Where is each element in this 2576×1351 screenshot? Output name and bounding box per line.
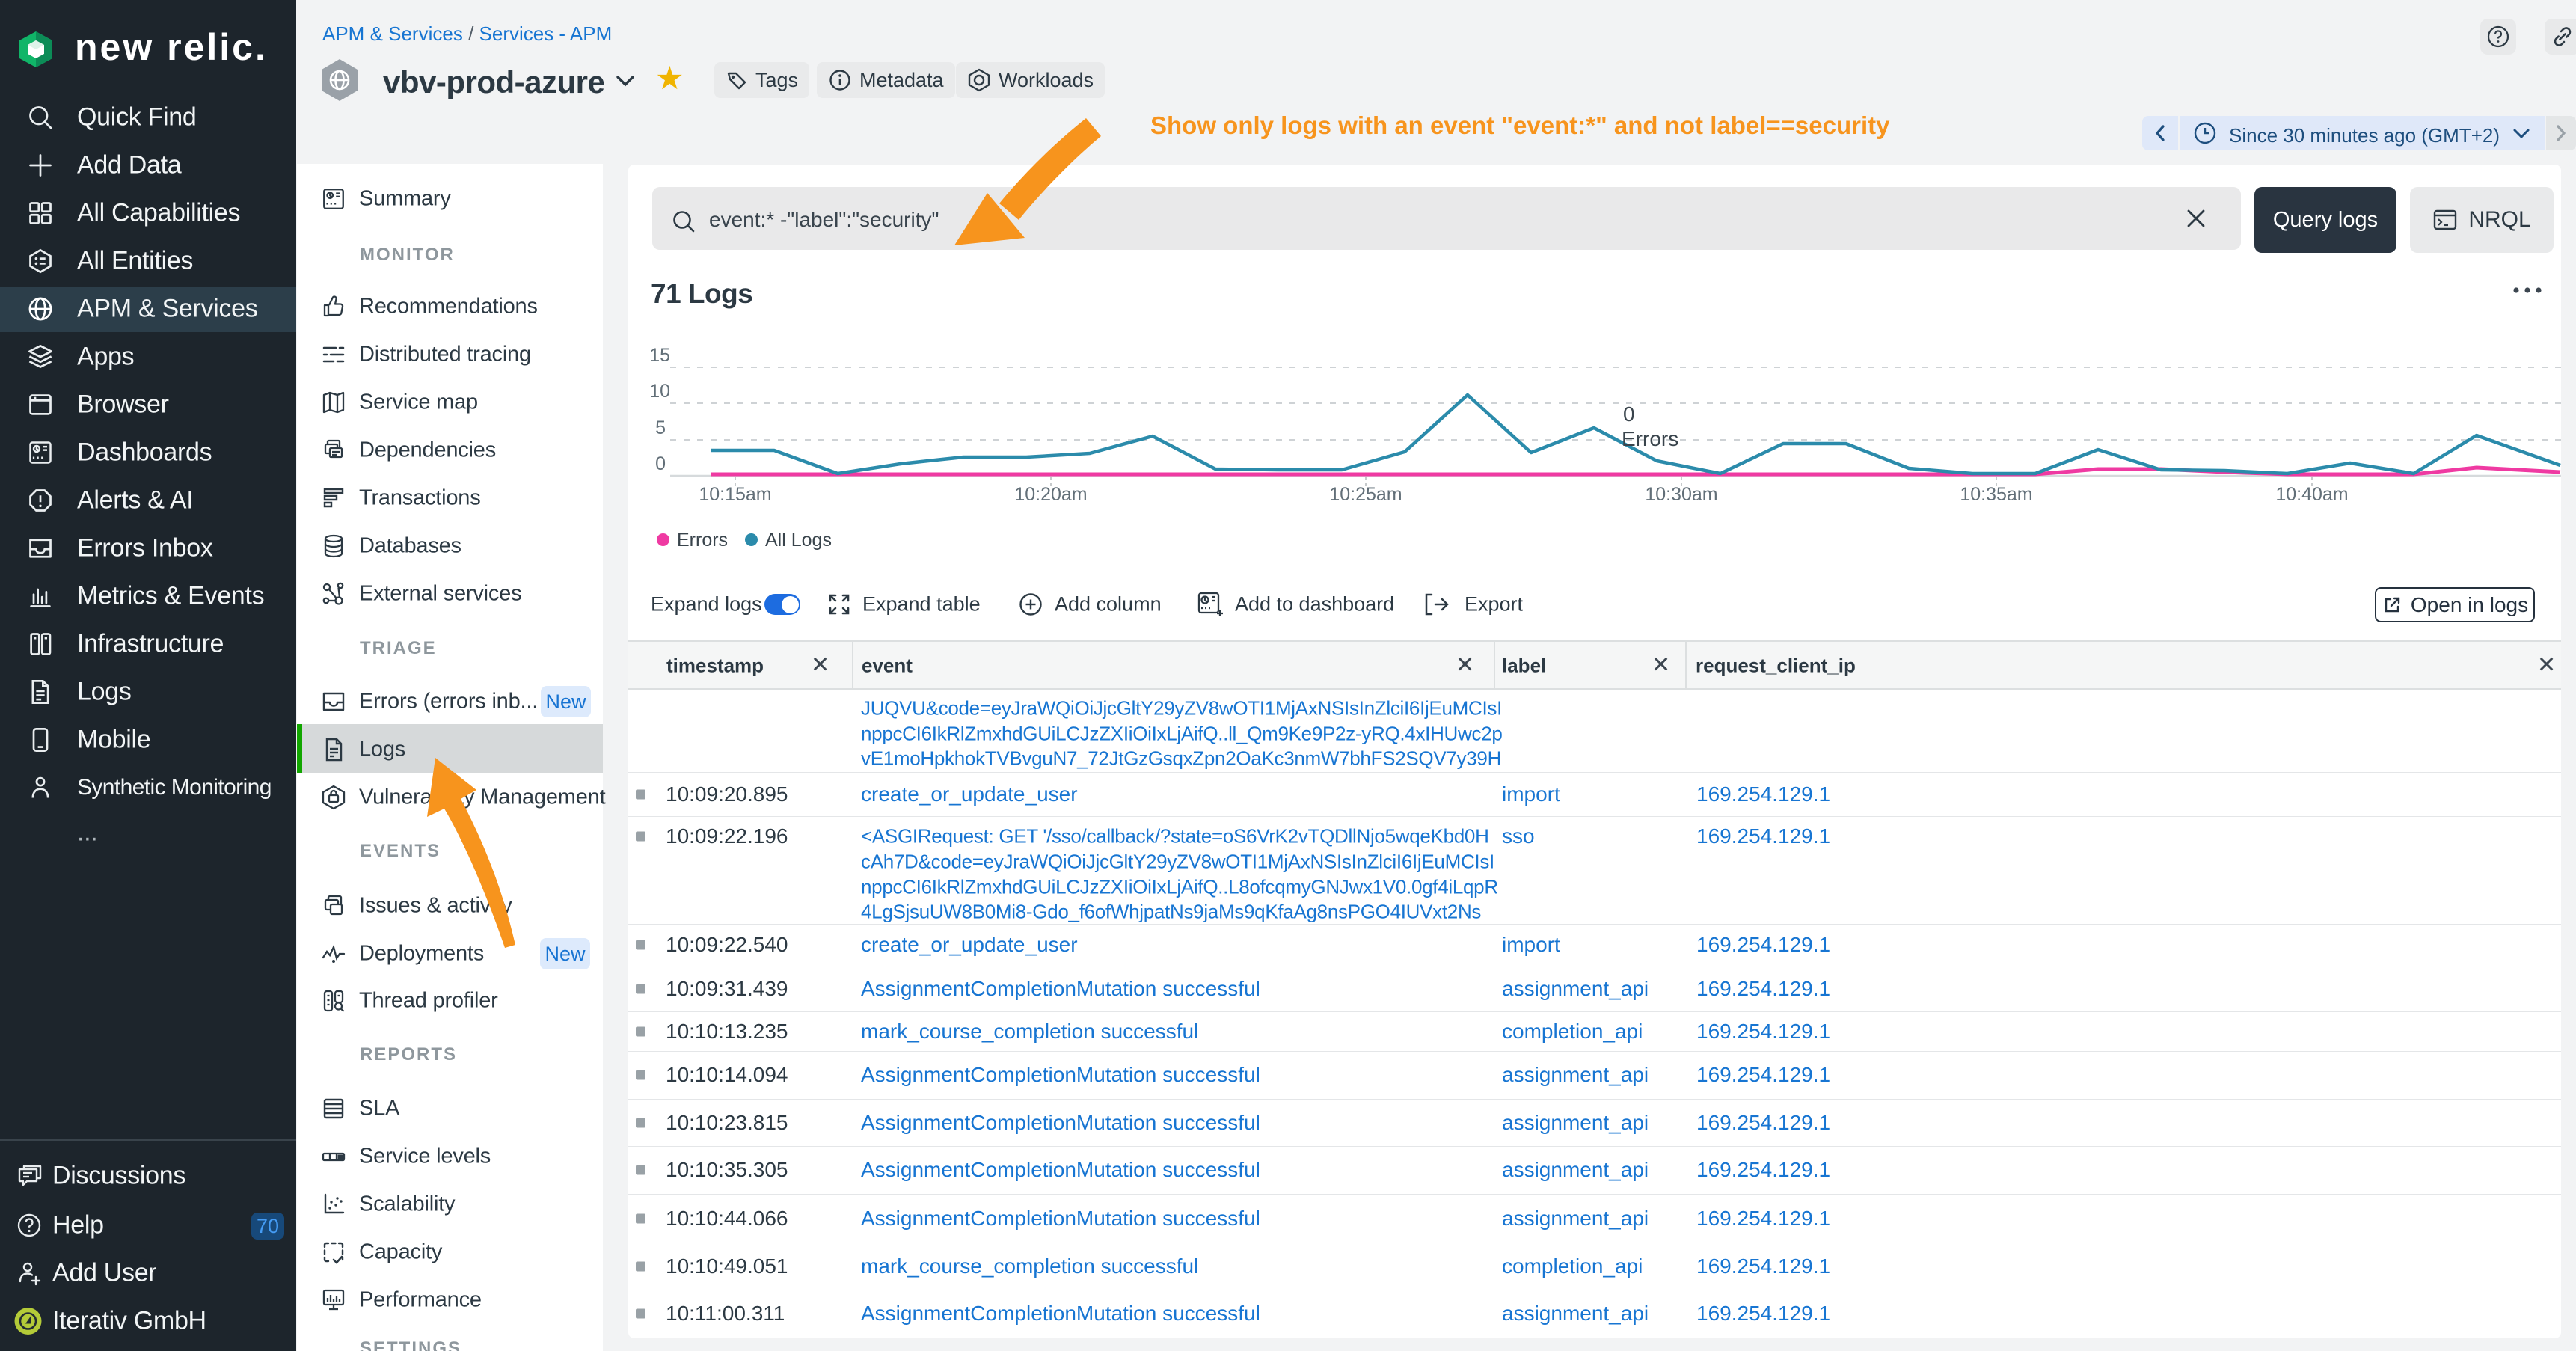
svg-text:10:30am: 10:30am <box>1645 484 1717 505</box>
svg-text:10:25am: 10:25am <box>1329 484 1402 505</box>
svg-text:10:40am: 10:40am <box>2275 484 2348 505</box>
svg-text:15: 15 <box>649 345 670 366</box>
svg-text:10:35am: 10:35am <box>1960 484 2032 505</box>
svg-text:10:20am: 10:20am <box>1014 484 1087 505</box>
svg-text:10:15am: 10:15am <box>699 484 771 505</box>
svg-text:0: 0 <box>1623 402 1635 426</box>
svg-text:Errors: Errors <box>1622 427 1678 450</box>
svg-text:5: 5 <box>655 417 666 438</box>
svg-text:10: 10 <box>649 381 670 402</box>
svg-text:0: 0 <box>655 453 666 474</box>
